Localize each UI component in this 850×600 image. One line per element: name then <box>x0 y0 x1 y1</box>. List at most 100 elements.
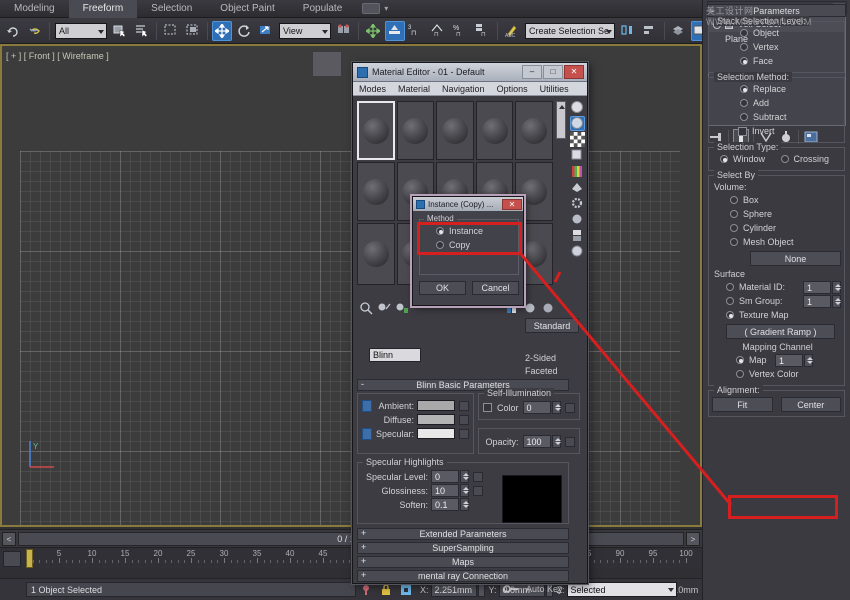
show-map-in-viewport-icon[interactable] <box>570 244 585 259</box>
rectangular-selection-region-icon[interactable] <box>161 21 181 41</box>
menu-modes[interactable]: Modes <box>353 84 392 94</box>
radio-indicator[interactable] <box>736 370 744 378</box>
self-illum-color-checkbox[interactable] <box>483 403 492 412</box>
radio-indicator[interactable] <box>740 113 748 121</box>
radio-indicator[interactable] <box>730 224 738 232</box>
auto-key-button[interactable]: Auto Key <box>526 584 563 594</box>
next-frame-button[interactable]: > <box>686 532 700 546</box>
self-illum-map-button[interactable] <box>565 403 575 413</box>
gradient-ramp-button[interactable]: ( Gradient Ramp ) <box>726 324 835 339</box>
radio-indicator[interactable] <box>740 99 748 107</box>
key-mode-icon[interactable] <box>503 582 517 596</box>
none-button[interactable]: None <box>750 251 841 266</box>
background-checker-icon[interactable] <box>570 132 585 147</box>
expand-icon[interactable]: + <box>361 542 366 553</box>
radio-material-id[interactable]: Material ID: 1 <box>712 280 841 294</box>
radio-mesh-object[interactable]: Mesh Object <box>712 235 841 249</box>
material-id-channel-icon[interactable] <box>570 228 585 243</box>
radio-indicator[interactable] <box>720 155 728 163</box>
video-color-check-icon[interactable] <box>570 164 585 179</box>
radio-indicator[interactable] <box>730 210 738 218</box>
instance-dialog-titlebar[interactable]: Instance (Copy) ... ✕ <box>413 197 523 211</box>
collapse-icon[interactable]: - <box>361 379 364 390</box>
close-button[interactable]: ✕ <box>502 199 522 210</box>
sample-slot-scrollbar[interactable] <box>556 101 566 139</box>
checkbox-indicator[interactable] <box>738 127 747 136</box>
ribbon-tab-selection[interactable]: Selection <box>137 0 206 18</box>
chevron-down-icon[interactable]: ▾ <box>384 4 388 13</box>
selection-filter-combo[interactable]: All <box>55 23 107 39</box>
radio-indicator[interactable] <box>730 238 738 246</box>
radio-indicator[interactable] <box>740 29 748 37</box>
select-object-icon[interactable] <box>110 21 130 41</box>
radio-indicator[interactable] <box>781 155 789 163</box>
radio-sphere[interactable]: Sphere <box>712 207 841 221</box>
track-bar-playhead[interactable] <box>26 549 33 568</box>
track-bar[interactable]: 5101520253035404550556065707580859095100 <box>0 547 702 569</box>
lock-icon[interactable] <box>379 583 393 597</box>
specular-level-field[interactable]: 0 <box>431 470 459 483</box>
put-material-to-scene-icon[interactable] <box>377 301 391 315</box>
menu-material[interactable]: Material <box>392 84 436 94</box>
edit-named-selection-icon[interactable]: ABC <box>502 21 522 41</box>
command-panel[interactable]: Modifier List Vol. Select Plane <box>702 0 850 600</box>
specular-row[interactable]: Specular: <box>362 427 469 440</box>
radio-indicator[interactable] <box>726 311 734 319</box>
opacity-row[interactable]: Opacity: 100 <box>483 435 575 448</box>
prev-frame-button[interactable]: < <box>2 532 16 546</box>
radio-instance[interactable]: Instance <box>420 224 518 238</box>
select-and-move-icon[interactable] <box>212 21 232 41</box>
diffuse-map-button[interactable] <box>459 415 469 425</box>
radio-indicator[interactable] <box>740 43 748 51</box>
expand-icon[interactable]: + <box>361 570 366 581</box>
snap-toggle-icon[interactable] <box>385 21 405 41</box>
radio-sm-group[interactable]: Sm Group: 1 <box>712 294 841 308</box>
material-name-field[interactable]: Blinn <box>369 348 421 362</box>
radio-map[interactable]: Map 1 <box>712 353 841 367</box>
radio-subtract[interactable]: Subtract <box>712 110 841 124</box>
self-illum-value-field[interactable]: 0 <box>523 401 551 414</box>
pick-material-icon[interactable] <box>541 301 555 315</box>
menu-navigation[interactable]: Navigation <box>436 84 491 94</box>
align-icon[interactable] <box>640 21 660 41</box>
glossiness-field[interactable]: 10 <box>431 484 459 497</box>
instance-copy-dialog[interactable]: Instance (Copy) ... ✕ Method Instance Co… <box>412 196 524 306</box>
material-slot[interactable] <box>436 101 474 160</box>
specular-level-map-button[interactable] <box>473 472 483 482</box>
radio-indicator[interactable] <box>740 85 748 93</box>
expand-icon[interactable]: + <box>361 556 366 567</box>
viewport-label[interactable]: [ + ] [ Front ] [ Wireframe ] <box>6 51 109 61</box>
material-editor-window[interactable]: Material Editor - 01 - Default – □ ✕ Mod… <box>352 62 588 584</box>
expand-icon[interactable]: + <box>361 528 366 539</box>
material-editor-vertical-toolbar[interactable] <box>568 99 586 314</box>
ribbon-tab-modeling[interactable]: Modeling <box>0 0 69 18</box>
pin-icon[interactable] <box>359 583 373 597</box>
radio-indicator[interactable] <box>730 196 738 204</box>
reference-coordinate-combo[interactable]: View <box>279 23 331 39</box>
glossiness-map-button[interactable] <box>473 486 483 496</box>
radio-texture-map[interactable]: Texture Map <box>712 308 841 322</box>
x-coord-field[interactable]: 2.251mm <box>431 583 477 597</box>
radio-indicator[interactable] <box>436 241 444 249</box>
radio-indicator[interactable] <box>740 57 748 65</box>
radio-box[interactable]: Box <box>712 193 841 207</box>
checkbox-invert[interactable]: Invert <box>712 124 841 138</box>
radio-indicator[interactable] <box>736 356 744 364</box>
material-slot[interactable] <box>357 162 395 221</box>
faceted-label[interactable]: Faceted <box>525 366 558 376</box>
lock-diffuse-specular-icon[interactable] <box>362 428 372 440</box>
sample-uv-tiling-icon[interactable] <box>570 148 585 163</box>
specular-color-swatch[interactable] <box>417 428 455 439</box>
go-forward-to-sibling-icon[interactable] <box>523 301 537 315</box>
material-id-field[interactable]: 1 <box>803 281 831 294</box>
assign-material-to-selection-icon[interactable] <box>395 301 409 315</box>
options-gear-icon[interactable] <box>570 196 585 211</box>
radio-replace[interactable]: Replace <box>712 82 841 96</box>
use-selection-center-icon[interactable] <box>363 21 383 41</box>
two-sided-label[interactable]: 2-Sided <box>525 353 556 363</box>
select-and-rotate-icon[interactable] <box>234 21 254 41</box>
use-pivot-point-center-icon[interactable] <box>334 21 354 41</box>
ok-button[interactable]: OK <box>419 281 466 295</box>
material-id-spinner[interactable] <box>832 281 841 294</box>
mirror-icon[interactable] <box>618 21 638 41</box>
